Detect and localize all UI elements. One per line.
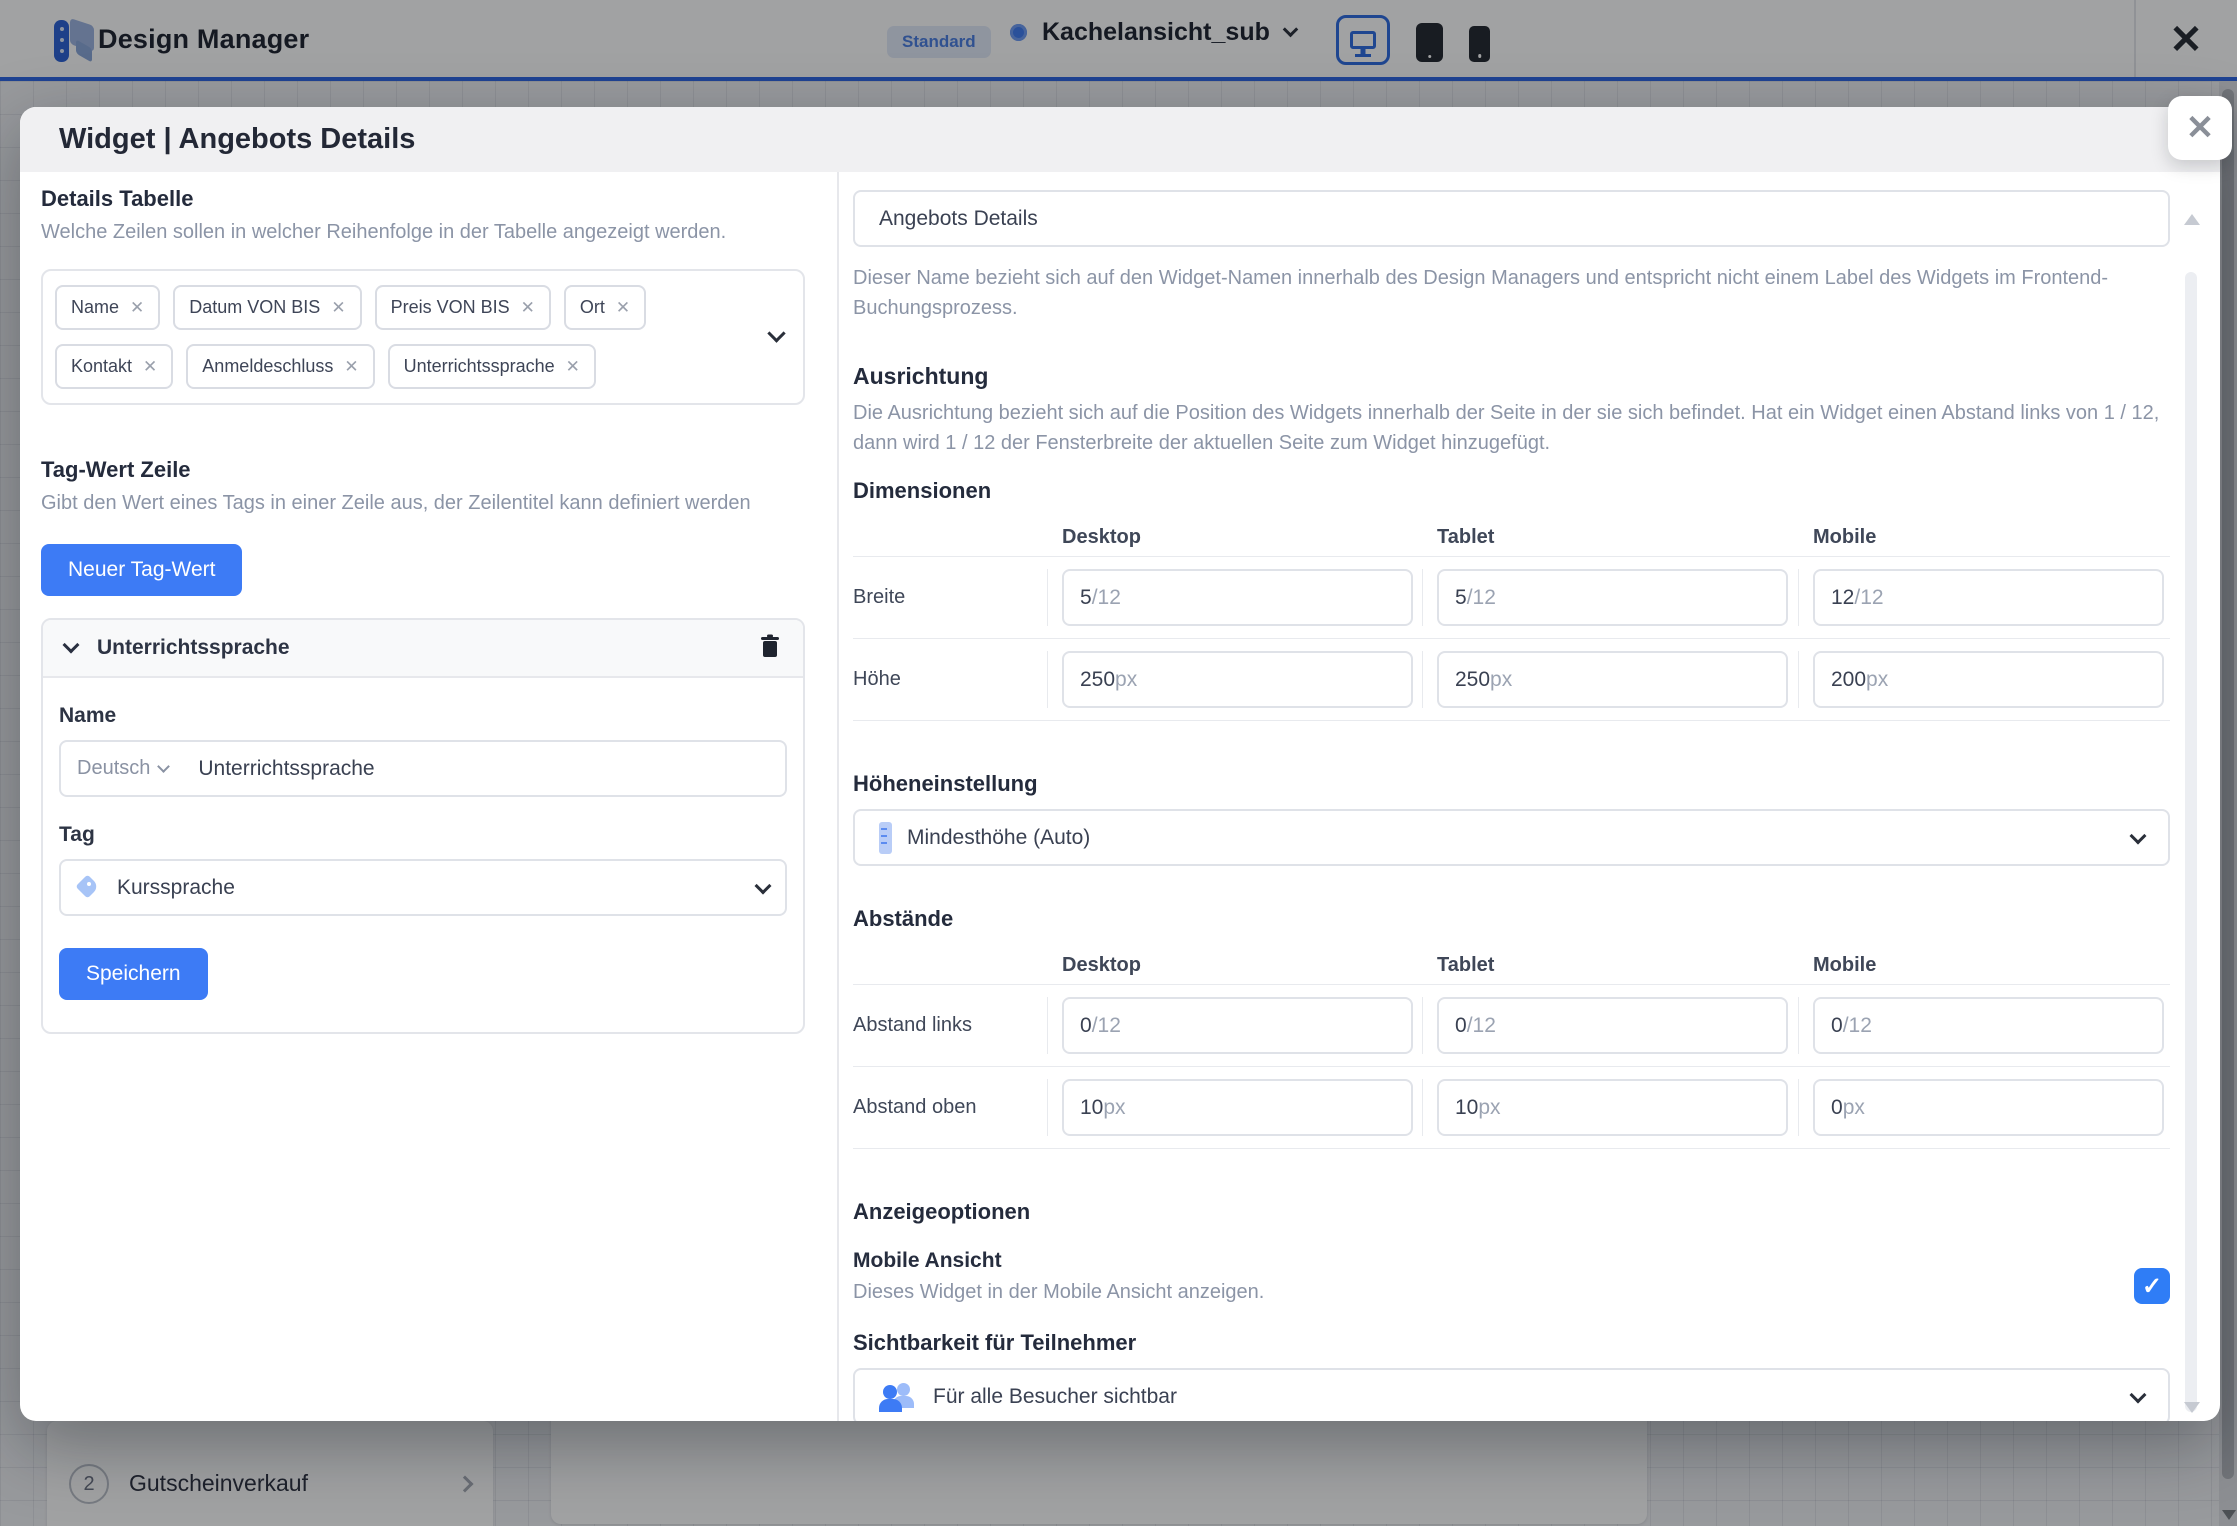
scroll-down-arrow-icon[interactable] <box>2184 1402 2200 1413</box>
remove-chip-icon[interactable]: ✕ <box>344 357 358 377</box>
column-header-desktop: Desktop <box>1047 526 1422 549</box>
remove-chip-icon[interactable]: ✕ <box>331 298 345 318</box>
language-selector[interactable]: Deutsch <box>77 757 168 780</box>
tag-select-value: Kurssprache <box>117 876 235 900</box>
tag-select[interactable]: Kurssprache <box>59 859 787 916</box>
screen: 2 Gutscheinverkauf 3 Anfragen: Akzeptier… <box>0 0 2237 1526</box>
abstand-oben-desktop-input[interactable]: 10px <box>1062 1079 1413 1136</box>
modal-left-column: Details Tabelle Welche Zeilen sollen in … <box>20 172 839 1421</box>
mobile-view-hint: Dieses Widget in der Mobile Ansicht anze… <box>853 1281 1264 1304</box>
details-table-heading: Details Tabelle <box>41 186 805 212</box>
breite-desktop-input[interactable]: 5/12 <box>1062 569 1413 626</box>
chip-unterrichtssprache[interactable]: Unterrichtssprache✕ <box>388 344 596 389</box>
tag-value-panel: Unterrichtssprache Name Deutsch Unt <box>41 618 805 1034</box>
panel-header[interactable]: Unterrichtssprache <box>43 620 803 678</box>
chip-kontakt[interactable]: Kontakt✕ <box>55 344 173 389</box>
column-header-tablet: Tablet <box>1422 954 1798 977</box>
row-label-breite: Breite <box>853 569 1047 626</box>
row-title-input[interactable]: Deutsch Unterrichtssprache <box>59 740 787 797</box>
chip-anmeldeschluss[interactable]: Anmeldeschluss✕ <box>186 344 374 389</box>
chevron-down-icon <box>755 877 772 894</box>
abstand-links-mobile-input[interactable]: 0/12 <box>1813 997 2164 1054</box>
chip-preis-von-bis[interactable]: Preis VON BIS✕ <box>375 285 551 330</box>
dimensions-heading: Dimensionen <box>853 478 2170 504</box>
trash-icon[interactable] <box>759 634 781 663</box>
dimensions-table: Desktop Tablet Mobile Breite 5/12 5/12 1… <box>853 518 2170 721</box>
spacing-heading: Abstände <box>853 906 2170 932</box>
remove-chip-icon[interactable]: ✕ <box>143 357 157 377</box>
chevron-down-icon <box>158 760 171 773</box>
chip-datum-von-bis[interactable]: Datum VON BIS✕ <box>173 285 361 330</box>
chevron-down-icon <box>2130 827 2147 844</box>
row-label-abstand-oben: Abstand oben <box>853 1079 1047 1136</box>
visibility-value: Für alle Besucher sichtbar <box>933 1385 1177 1409</box>
new-tag-value-button[interactable]: Neuer Tag-Wert <box>41 544 242 596</box>
save-button[interactable]: Speichern <box>59 948 208 1000</box>
panel-title: Unterrichtssprache <box>97 636 290 660</box>
row-label-abstand-links: Abstand links <box>853 997 1047 1054</box>
column-header-mobile: Mobile <box>1798 954 2170 977</box>
breite-tablet-input[interactable]: 5/12 <box>1437 569 1788 626</box>
people-group-icon <box>879 1382 919 1412</box>
display-options-heading: Anzeigeoptionen <box>853 1199 2170 1225</box>
chevron-down-icon[interactable] <box>63 637 80 654</box>
chevron-down-icon <box>2130 1386 2147 1403</box>
modal-right-column: Angebots Details Dieser Name bezieht sic… <box>839 172 2220 1421</box>
remove-chip-icon[interactable]: ✕ <box>521 298 535 318</box>
height-setting-value: Mindesthöhe (Auto) <box>907 826 1090 850</box>
row-title-value: Unterrichtssprache <box>198 757 374 781</box>
chip-ort[interactable]: Ort✕ <box>564 285 646 330</box>
mobile-view-label: Mobile Ansicht <box>853 1249 1264 1273</box>
spacing-table: Desktop Tablet Mobile Abstand links 0/12… <box>853 946 2170 1149</box>
row-label-hoehe: Höhe <box>853 651 1047 708</box>
widget-name-hint: Dieser Name bezieht sich auf den Widget-… <box>853 263 2143 323</box>
alignment-heading: Ausrichtung <box>853 363 2170 390</box>
hoehe-tablet-input[interactable]: 250px <box>1437 651 1788 708</box>
column-header-tablet: Tablet <box>1422 526 1798 549</box>
details-rows-multiselect[interactable]: Name✕ Datum VON BIS✕ Preis VON BIS✕ Ort✕… <box>41 269 805 405</box>
tag-value-heading: Tag-Wert Zeile <box>41 457 805 483</box>
chip-name[interactable]: Name✕ <box>55 285 160 330</box>
table-row: Höhe 250px 250px 200px <box>853 638 2170 721</box>
modal-header: Widget | Angebots Details <box>20 107 2220 172</box>
abstand-links-tablet-input[interactable]: 0/12 <box>1437 997 1788 1054</box>
tag-icon <box>77 876 101 900</box>
remove-chip-icon[interactable]: ✕ <box>130 298 144 318</box>
abstand-links-desktop-input[interactable]: 0/12 <box>1062 997 1413 1054</box>
tag-field-label: Tag <box>59 823 787 847</box>
abstand-oben-tablet-input[interactable]: 10px <box>1437 1079 1788 1136</box>
remove-chip-icon[interactable]: ✕ <box>616 298 630 318</box>
column-header-desktop: Desktop <box>1047 954 1422 977</box>
widget-name-input[interactable]: Angebots Details <box>853 190 2170 247</box>
chevron-down-icon[interactable] <box>767 324 785 342</box>
table-row: Breite 5/12 5/12 12/12 <box>853 556 2170 638</box>
scroll-up-arrow-icon[interactable] <box>2184 214 2200 225</box>
visibility-heading: Sichtbarkeit für Teilnehmer <box>853 1330 2170 1356</box>
modal-scrollbar-thumb[interactable] <box>2185 272 2197 1412</box>
tag-value-description: Gibt den Wert eines Tags in einer Zeile … <box>41 489 761 518</box>
table-row: Abstand links 0/12 0/12 0/12 <box>853 984 2170 1066</box>
modal-title: Widget | Angebots Details <box>59 123 415 156</box>
mobile-view-checkbox[interactable]: ✓ <box>2134 1268 2170 1304</box>
column-header-mobile: Mobile <box>1798 526 2170 549</box>
modal-scrollbar[interactable] <box>2182 214 2200 1413</box>
abstand-oben-mobile-input[interactable]: 0px <box>1813 1079 2164 1136</box>
name-field-label: Name <box>59 704 787 728</box>
breite-mobile-input[interactable]: 12/12 <box>1813 569 2164 626</box>
height-setting-heading: Höheneinstellung <box>853 771 2170 797</box>
modal-close-button[interactable]: ✕ <box>2168 96 2232 160</box>
widget-settings-modal: Widget | Angebots Details Details Tabell… <box>20 107 2220 1421</box>
details-table-description: Welche Zeilen sollen in welcher Reihenfo… <box>41 218 741 247</box>
alignment-description: Die Ausrichtung bezieht sich auf die Pos… <box>853 398 2170 458</box>
hoehe-desktop-input[interactable]: 250px <box>1062 651 1413 708</box>
ruler-icon <box>879 822 892 854</box>
height-setting-select[interactable]: Mindesthöhe (Auto) <box>853 809 2170 866</box>
remove-chip-icon[interactable]: ✕ <box>566 357 580 377</box>
table-row: Abstand oben 10px 10px 0px <box>853 1066 2170 1149</box>
visibility-select[interactable]: Für alle Besucher sichtbar <box>853 1368 2170 1421</box>
hoehe-mobile-input[interactable]: 200px <box>1813 651 2164 708</box>
